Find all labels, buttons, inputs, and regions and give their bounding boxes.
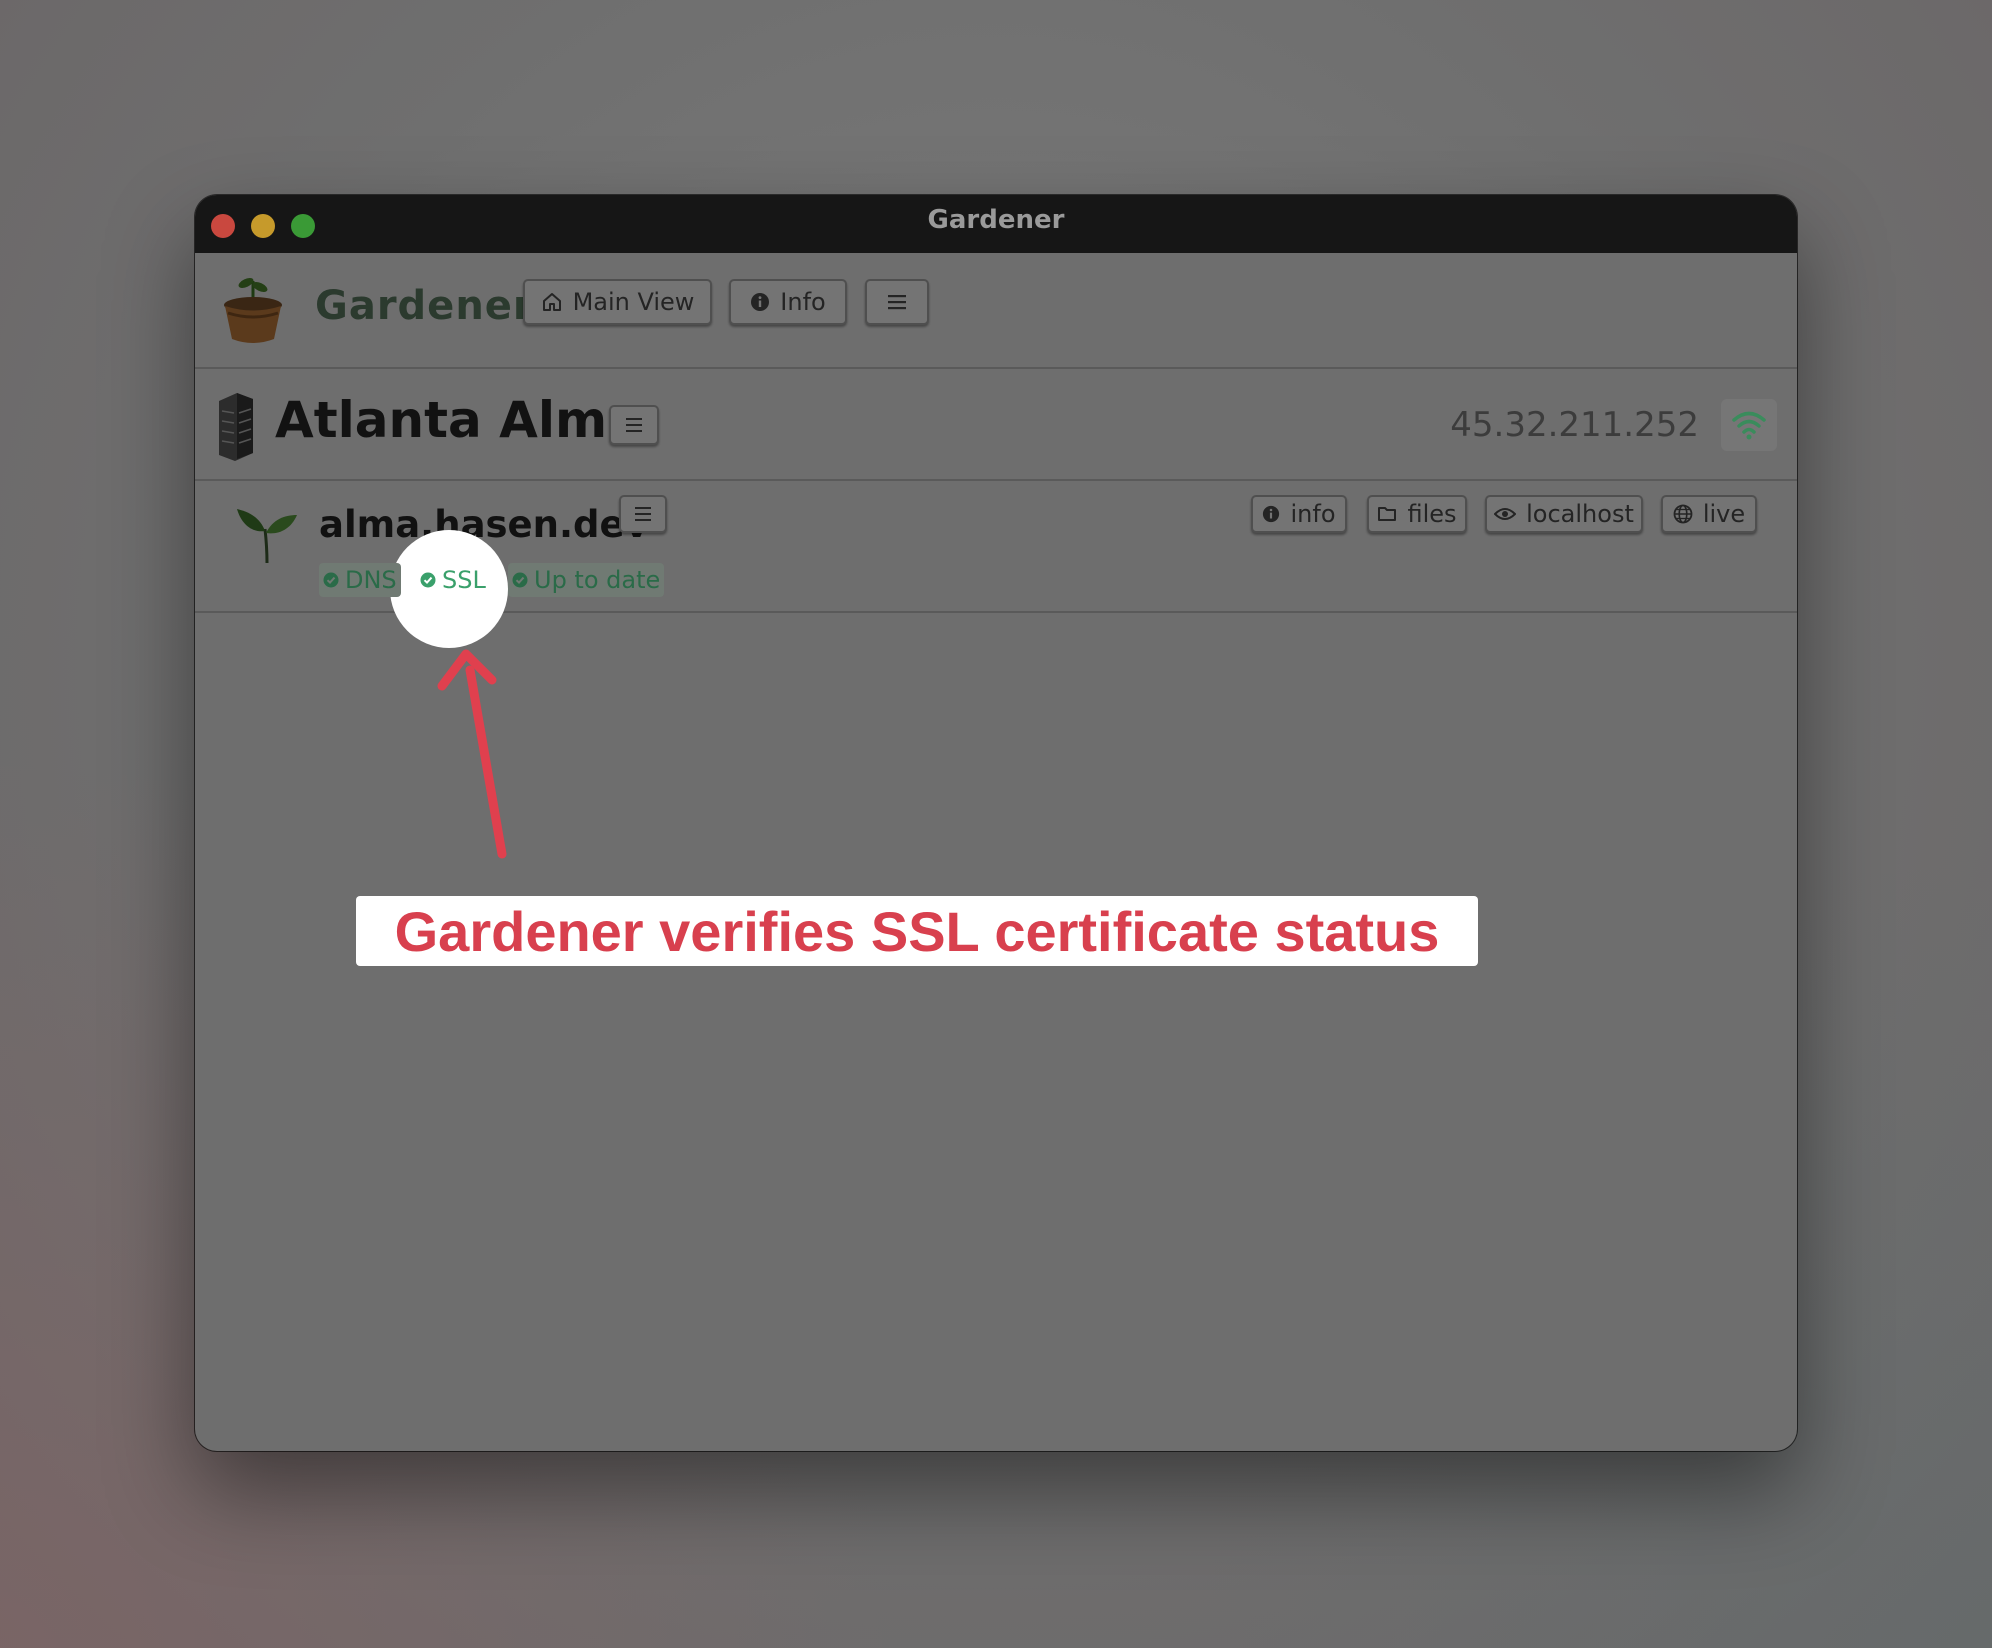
site-info-label: info <box>1290 500 1336 528</box>
site-files-label: files <box>1407 500 1457 528</box>
hamburger-menu-icon <box>635 507 651 521</box>
check-circle-icon <box>420 572 436 588</box>
hamburger-menu-icon <box>626 418 642 432</box>
server-row: Atlanta Alma 45.32.211.252 <box>195 369 1797 481</box>
site-info-button[interactable]: info <box>1251 495 1347 533</box>
server-ip-address: 45.32.211.252 <box>1450 405 1699 445</box>
annotation-callout: Gardener verifies SSL certificate status <box>356 896 1478 966</box>
folder-icon <box>1378 507 1397 521</box>
info-icon <box>1263 505 1280 523</box>
status-badge-ssl: SSL <box>416 563 490 597</box>
eye-icon <box>1494 508 1517 520</box>
server-rack-icon <box>219 393 253 461</box>
status-badge-dns: DNS <box>319 563 401 597</box>
wifi-icon <box>1732 411 1766 440</box>
status-badge-label: DNS <box>345 566 397 594</box>
server-name: Atlanta Alma <box>275 391 641 449</box>
check-circle-icon <box>323 572 339 588</box>
sprout-icon <box>237 509 297 564</box>
app-menu-button[interactable] <box>865 279 929 325</box>
site-menu-button[interactable] <box>619 495 667 533</box>
title-bar: Gardener <box>195 195 1797 253</box>
site-live-button[interactable]: live <box>1661 495 1757 533</box>
globe-icon <box>1673 504 1693 524</box>
check-circle-icon <box>512 572 528 588</box>
status-badge-label: SSL <box>442 566 486 594</box>
site-localhost-button[interactable]: localhost <box>1485 495 1643 533</box>
site-files-button[interactable]: files <box>1367 495 1467 533</box>
app-name: Gardener <box>315 283 534 329</box>
info-button[interactable]: Info <box>729 279 847 325</box>
annotation-arrow-icon <box>437 649 507 859</box>
app-header: Gardener Main View Info <box>195 253 1797 369</box>
site-domain: alma.hasen.dev <box>319 503 649 546</box>
status-badge-label: Up to date <box>534 566 661 594</box>
status-badge-up-to-date: Up to date <box>508 563 665 597</box>
home-icon <box>542 293 561 311</box>
plant-pot-logo-icon <box>224 278 282 343</box>
hamburger-menu-icon <box>888 295 906 310</box>
server-menu-button[interactable] <box>609 405 659 445</box>
main-view-button[interactable]: Main View <box>523 279 712 325</box>
window-title: Gardener <box>927 205 1065 235</box>
connection-status <box>1721 399 1777 451</box>
site-live-label: live <box>1702 500 1746 528</box>
info-label: Info <box>780 288 826 316</box>
main-view-label: Main View <box>572 288 695 316</box>
site-localhost-label: localhost <box>1526 500 1634 528</box>
info-icon <box>751 293 770 311</box>
